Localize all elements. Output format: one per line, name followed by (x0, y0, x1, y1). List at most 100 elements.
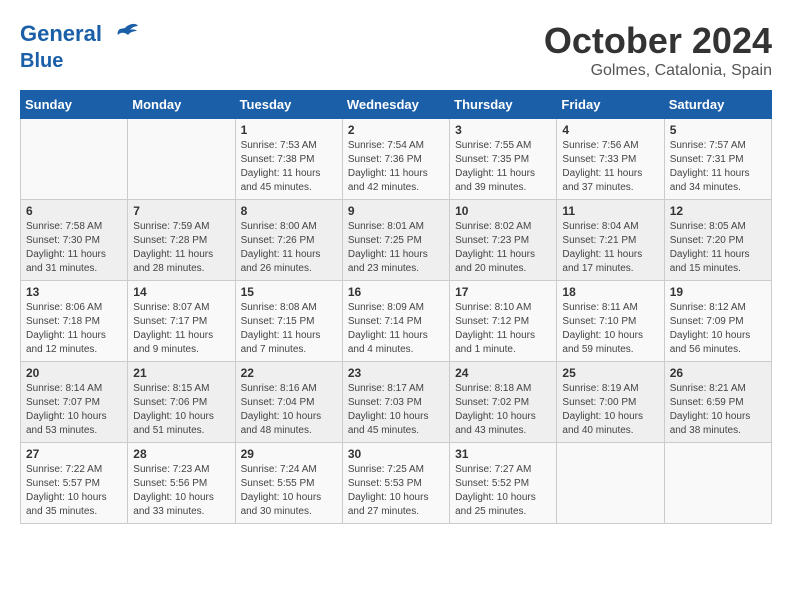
day-info: Sunrise: 7:22 AM Sunset: 5:57 PM Dayligh… (26, 463, 122, 519)
day-number: 19 (670, 285, 766, 299)
day-info: Sunrise: 7:25 AM Sunset: 5:53 PM Dayligh… (348, 463, 444, 519)
day-info: Sunrise: 8:00 AM Sunset: 7:26 PM Dayligh… (241, 220, 337, 276)
day-info: Sunrise: 8:08 AM Sunset: 7:15 PM Dayligh… (241, 301, 337, 357)
calendar-week-row: 6 Sunrise: 7:58 AM Sunset: 7:30 PM Daylig… (21, 200, 772, 281)
calendar-cell: 4 Sunrise: 7:56 AM Sunset: 7:33 PM Daylig… (557, 119, 664, 200)
calendar-cell: 29 Sunrise: 7:24 AM Sunset: 5:55 PM Dayli… (235, 443, 342, 524)
calendar-cell: 31 Sunrise: 7:27 AM Sunset: 5:52 PM Dayli… (450, 443, 557, 524)
day-number: 4 (562, 123, 658, 137)
day-info: Sunrise: 8:10 AM Sunset: 7:12 PM Dayligh… (455, 301, 551, 357)
calendar-cell: 21 Sunrise: 8:15 AM Sunset: 7:06 PM Dayli… (128, 362, 235, 443)
weekday-header-friday: Friday (557, 91, 664, 119)
day-info: Sunrise: 8:14 AM Sunset: 7:07 PM Dayligh… (26, 382, 122, 438)
day-number: 13 (26, 285, 122, 299)
day-info: Sunrise: 8:15 AM Sunset: 7:06 PM Dayligh… (133, 382, 229, 438)
day-number: 14 (133, 285, 229, 299)
page-header: General Blue October 2024 Golmes, Catalo… (20, 20, 772, 80)
day-info: Sunrise: 8:18 AM Sunset: 7:02 PM Dayligh… (455, 382, 551, 438)
calendar-header-row: SundayMondayTuesdayWednesdayThursdayFrid… (21, 91, 772, 119)
day-info: Sunrise: 7:55 AM Sunset: 7:35 PM Dayligh… (455, 139, 551, 195)
day-number: 1 (241, 123, 337, 137)
day-number: 8 (241, 204, 337, 218)
day-info: Sunrise: 8:02 AM Sunset: 7:23 PM Dayligh… (455, 220, 551, 276)
day-info: Sunrise: 7:58 AM Sunset: 7:30 PM Dayligh… (26, 220, 122, 276)
day-info: Sunrise: 7:54 AM Sunset: 7:36 PM Dayligh… (348, 139, 444, 195)
calendar-cell: 13 Sunrise: 8:06 AM Sunset: 7:18 PM Dayli… (21, 281, 128, 362)
day-info: Sunrise: 8:01 AM Sunset: 7:25 PM Dayligh… (348, 220, 444, 276)
calendar-cell (557, 443, 664, 524)
day-number: 29 (241, 447, 337, 461)
calendar-cell (21, 119, 128, 200)
calendar-cell: 3 Sunrise: 7:55 AM Sunset: 7:35 PM Daylig… (450, 119, 557, 200)
day-number: 16 (348, 285, 444, 299)
day-info: Sunrise: 7:59 AM Sunset: 7:28 PM Dayligh… (133, 220, 229, 276)
calendar-cell: 8 Sunrise: 8:00 AM Sunset: 7:26 PM Daylig… (235, 200, 342, 281)
day-number: 2 (348, 123, 444, 137)
month-title: October 2024 (544, 20, 772, 62)
calendar-cell: 28Sunrise: 7:23 AM Sunset: 5:56 PM Dayli… (128, 443, 235, 524)
calendar-cell: 9 Sunrise: 8:01 AM Sunset: 7:25 PM Daylig… (342, 200, 449, 281)
day-number: 12 (670, 204, 766, 218)
day-number: 25 (562, 366, 658, 380)
day-number: 9 (348, 204, 444, 218)
day-number: 3 (455, 123, 551, 137)
day-info: Sunrise: 7:56 AM Sunset: 7:33 PM Dayligh… (562, 139, 658, 195)
calendar-cell: 15 Sunrise: 8:08 AM Sunset: 7:15 PM Dayli… (235, 281, 342, 362)
weekday-header-wednesday: Wednesday (342, 91, 449, 119)
title-block: October 2024 Golmes, Catalonia, Spain (544, 20, 772, 80)
day-info: Sunrise: 8:16 AM Sunset: 7:04 PM Dayligh… (241, 382, 337, 438)
day-info: Sunrise: 8:17 AM Sunset: 7:03 PM Dayligh… (348, 382, 444, 438)
day-number: 27 (26, 447, 122, 461)
day-number: 24 (455, 366, 551, 380)
day-number: 31 (455, 447, 551, 461)
calendar-week-row: 1 Sunrise: 7:53 AM Sunset: 7:38 PM Daylig… (21, 119, 772, 200)
day-number: 30 (348, 447, 444, 461)
weekday-header-monday: Monday (128, 91, 235, 119)
calendar-cell: 6 Sunrise: 7:58 AM Sunset: 7:30 PM Daylig… (21, 200, 128, 281)
calendar-cell: 30 Sunrise: 7:25 AM Sunset: 5:53 PM Dayli… (342, 443, 449, 524)
day-number: 28 (133, 447, 229, 461)
day-info: Sunrise: 8:06 AM Sunset: 7:18 PM Dayligh… (26, 301, 122, 357)
calendar-body: 1 Sunrise: 7:53 AM Sunset: 7:38 PM Daylig… (21, 119, 772, 524)
day-info: Sunrise: 8:19 AM Sunset: 7:00 PM Dayligh… (562, 382, 658, 438)
calendar-cell: 25 Sunrise: 8:19 AM Sunset: 7:00 PM Dayli… (557, 362, 664, 443)
logo-general: General (20, 21, 102, 46)
weekday-header-thursday: Thursday (450, 91, 557, 119)
day-info: Sunrise: 8:12 AM Sunset: 7:09 PM Dayligh… (670, 301, 766, 357)
calendar-cell: 27 Sunrise: 7:22 AM Sunset: 5:57 PM Dayli… (21, 443, 128, 524)
day-number: 11 (562, 204, 658, 218)
day-number: 6 (26, 204, 122, 218)
day-number: 7 (133, 204, 229, 218)
weekday-header-saturday: Saturday (664, 91, 771, 119)
calendar-cell: 2 Sunrise: 7:54 AM Sunset: 7:36 PM Daylig… (342, 119, 449, 200)
calendar-table: SundayMondayTuesdayWednesdayThursdayFrid… (20, 90, 772, 524)
day-number: 15 (241, 285, 337, 299)
calendar-week-row: 27 Sunrise: 7:22 AM Sunset: 5:57 PM Dayli… (21, 443, 772, 524)
day-number: 10 (455, 204, 551, 218)
calendar-cell: 11Sunrise: 8:04 AM Sunset: 7:21 PM Dayli… (557, 200, 664, 281)
logo-text: General (20, 20, 140, 50)
day-info: Sunrise: 7:57 AM Sunset: 7:31 PM Dayligh… (670, 139, 766, 195)
weekday-header-sunday: Sunday (21, 91, 128, 119)
calendar-cell: 18Sunrise: 8:11 AM Sunset: 7:10 PM Dayli… (557, 281, 664, 362)
calendar-cell: 17 Sunrise: 8:10 AM Sunset: 7:12 PM Dayli… (450, 281, 557, 362)
calendar-cell: 19 Sunrise: 8:12 AM Sunset: 7:09 PM Dayli… (664, 281, 771, 362)
calendar-cell: 23 Sunrise: 8:17 AM Sunset: 7:03 PM Dayli… (342, 362, 449, 443)
day-number: 17 (455, 285, 551, 299)
day-info: Sunrise: 8:21 AM Sunset: 6:59 PM Dayligh… (670, 382, 766, 438)
calendar-cell: 12 Sunrise: 8:05 AM Sunset: 7:20 PM Dayli… (664, 200, 771, 281)
day-info: Sunrise: 7:53 AM Sunset: 7:38 PM Dayligh… (241, 139, 337, 195)
day-number: 23 (348, 366, 444, 380)
day-info: Sunrise: 8:05 AM Sunset: 7:20 PM Dayligh… (670, 220, 766, 276)
day-number: 26 (670, 366, 766, 380)
calendar-cell (664, 443, 771, 524)
day-info: Sunrise: 8:09 AM Sunset: 7:14 PM Dayligh… (348, 301, 444, 357)
location: Golmes, Catalonia, Spain (544, 62, 772, 80)
calendar-cell: 5 Sunrise: 7:57 AM Sunset: 7:31 PM Daylig… (664, 119, 771, 200)
calendar-cell (128, 119, 235, 200)
day-number: 5 (670, 123, 766, 137)
day-info: Sunrise: 7:27 AM Sunset: 5:52 PM Dayligh… (455, 463, 551, 519)
weekday-header-tuesday: Tuesday (235, 91, 342, 119)
day-number: 21 (133, 366, 229, 380)
day-info: Sunrise: 7:24 AM Sunset: 5:55 PM Dayligh… (241, 463, 337, 519)
